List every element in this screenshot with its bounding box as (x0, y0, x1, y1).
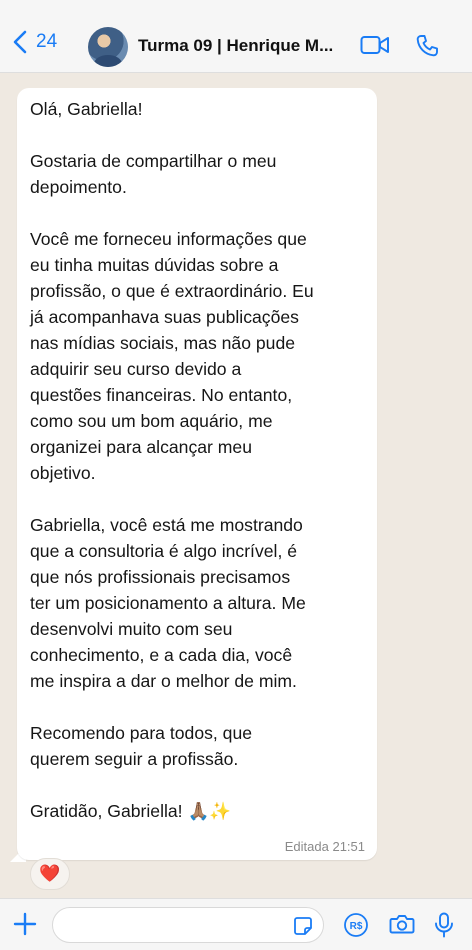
heart-icon: ❤️ (39, 864, 61, 883)
plus-icon[interactable] (12, 911, 38, 937)
chevron-left-icon (13, 30, 27, 54)
sticker-icon[interactable] (293, 916, 313, 936)
avatar[interactable] (88, 27, 128, 67)
chat-header: 24 Turma 09 | Henrique M... (0, 0, 472, 73)
composer-bar: R$ (0, 898, 472, 950)
message-meta: Editada 21:51 (284, 839, 365, 854)
video-call-icon[interactable] (360, 34, 390, 56)
chat-title[interactable]: Turma 09 | Henrique M... (138, 36, 333, 56)
back-button[interactable]: 24 (12, 30, 57, 54)
microphone-icon[interactable] (433, 912, 455, 938)
message-input[interactable] (52, 907, 324, 943)
reaction-badge[interactable]: ❤️ (30, 858, 70, 890)
unread-count: 24 (36, 31, 58, 52)
message-bubble[interactable]: Olá, Gabriella! Gostaria de compartilhar… (17, 88, 377, 860)
camera-icon[interactable] (389, 912, 415, 936)
phone-icon[interactable] (415, 34, 439, 58)
payment-label: R$ (350, 921, 363, 932)
message-text: Olá, Gabriella! Gostaria de compartilhar… (30, 99, 314, 821)
payment-icon[interactable]: R$ (343, 912, 369, 938)
